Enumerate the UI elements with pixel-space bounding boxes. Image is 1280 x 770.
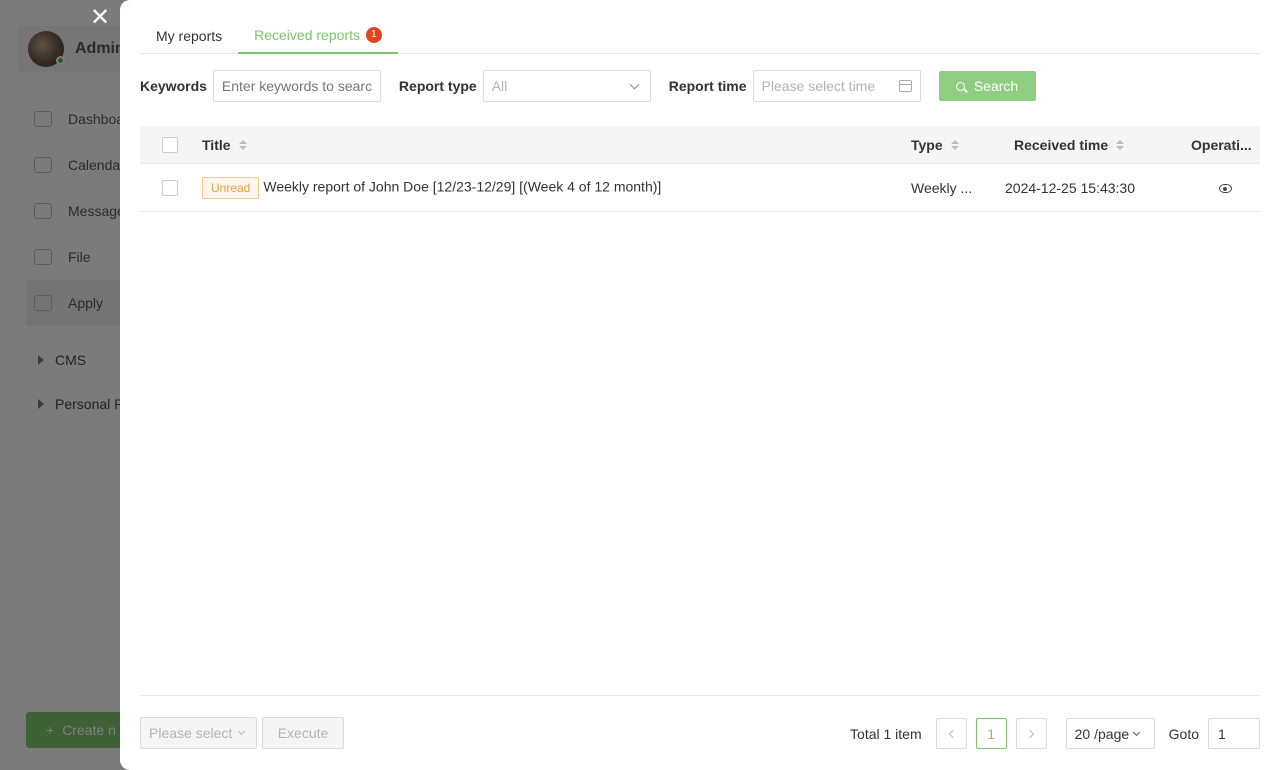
prev-page-button[interactable] — [935, 718, 967, 749]
column-title-label: Title — [202, 136, 231, 153]
received-time-cell: 2024-12-25 15:43:30 — [1005, 179, 1135, 196]
report-title[interactable]: Weekly report of John Doe [12/23-12/29] … — [263, 178, 661, 194]
report-time-label: Report time — [668, 78, 747, 94]
unread-count-badge: 1 — [365, 27, 382, 43]
report-type-value: All — [491, 78, 508, 94]
next-page-button[interactable] — [1015, 718, 1047, 749]
chevron-down-icon — [237, 727, 246, 735]
reports-table: Title Type Received time Operati... Unre… — [140, 126, 1260, 212]
goto-label: Goto — [1168, 725, 1199, 742]
chevron-left-icon — [948, 729, 957, 738]
tab-label: Received reports — [254, 27, 360, 43]
search-button-label: Search — [973, 78, 1019, 94]
chevron-down-icon — [1133, 728, 1141, 736]
keywords-label: Keywords — [140, 78, 207, 94]
column-operation-label: Operati... — [1191, 136, 1252, 153]
bulk-action-select[interactable]: Please select — [140, 717, 257, 749]
report-type-label: Report type — [398, 78, 477, 94]
column-operation: Operati... — [1191, 137, 1260, 153]
sort-icon — [238, 139, 247, 150]
select-all-checkbox[interactable] — [162, 136, 178, 153]
column-title[interactable]: Title — [202, 137, 911, 153]
status-badge: Unread — [202, 176, 260, 199]
column-received-time-label: Received time — [1014, 136, 1109, 153]
report-title-cell[interactable]: Unread Weekly report of John Doe [12/23-1… — [202, 176, 911, 199]
tab-received-reports[interactable]: Received reports 1 — [238, 18, 398, 54]
total-count: Total 1 item — [850, 725, 922, 742]
table-footer: Please select Execute Total 1 item 1 20 … — [140, 695, 1260, 770]
page-size-select[interactable]: 20 /page — [1065, 718, 1155, 749]
column-received-time[interactable]: Received time — [1004, 137, 1191, 153]
tab-my-reports[interactable]: My reports — [140, 18, 238, 54]
filter-bar: Keywords Report type All Report time Ple… — [140, 70, 1036, 102]
chevron-right-icon — [1025, 729, 1034, 738]
bulk-action-placeholder: Please select — [149, 725, 233, 741]
tab-label: My reports — [156, 28, 223, 44]
report-type-select[interactable]: All — [482, 70, 651, 102]
pagination: Total 1 item 1 20 /page Goto 1 — [850, 718, 1260, 749]
search-icon — [955, 81, 965, 91]
eye-icon[interactable] — [1219, 184, 1232, 194]
reports-drawer: My reports Received reports 1 Keywords Re… — [120, 0, 1280, 770]
report-tabs: My reports Received reports 1 — [140, 18, 1260, 54]
chevron-down-icon — [629, 79, 640, 89]
page-number-button[interactable]: 1 — [975, 718, 1007, 749]
operation-cell — [1191, 180, 1260, 196]
report-type-cell: Weekly ... — [911, 179, 973, 196]
close-icon[interactable]: ✕ — [88, 6, 112, 30]
column-type[interactable]: Type — [911, 137, 1004, 153]
sort-icon — [950, 139, 959, 150]
keywords-input[interactable] — [212, 70, 381, 102]
table-header: Title Type Received time Operati... — [140, 126, 1260, 164]
goto-page-input[interactable]: 1 — [1208, 718, 1260, 749]
sort-icon — [1116, 139, 1125, 150]
page-size-value: 20 /page — [1074, 725, 1130, 742]
report-time-picker[interactable]: Please select time — [752, 70, 921, 102]
execute-button[interactable]: Execute — [262, 717, 344, 749]
calendar-icon — [898, 80, 912, 92]
column-type-label: Type — [911, 136, 943, 153]
row-checkbox[interactable] — [162, 179, 178, 196]
table-row[interactable]: Unread Weekly report of John Doe [12/23-1… — [140, 164, 1260, 212]
report-time-placeholder: Please select time — [761, 78, 876, 94]
search-button[interactable]: Search — [938, 71, 1036, 101]
